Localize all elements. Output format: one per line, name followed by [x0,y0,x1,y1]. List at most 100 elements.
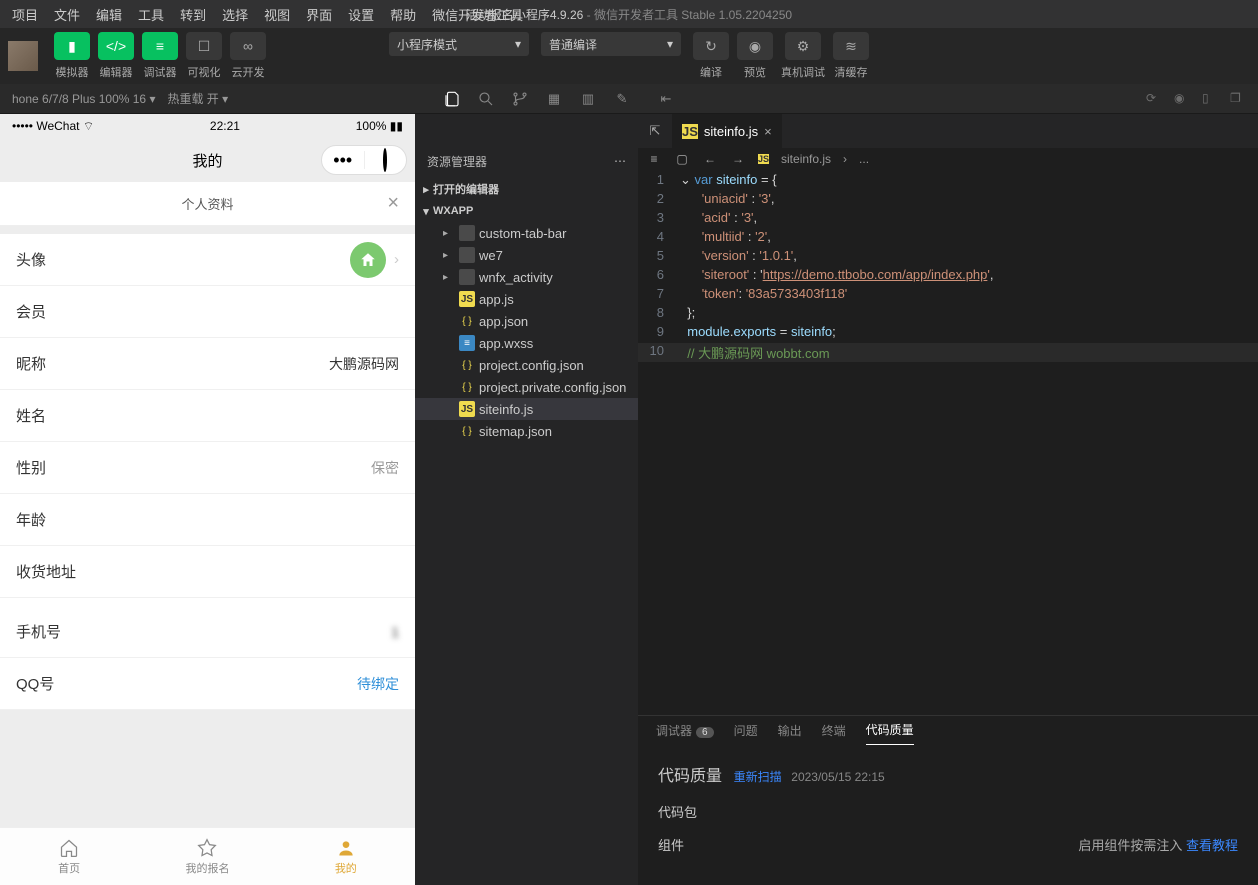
form-gender[interactable]: 性别保密 [0,442,415,494]
tree-item-siteinfo-js[interactable]: JSsiteinfo.js [415,398,638,420]
component-label: 组件 [658,835,684,854]
capsule-button[interactable]: ••• [321,145,407,175]
menu-help[interactable]: 帮助 [382,5,424,24]
menu-settings[interactable]: 设置 [340,5,382,24]
form-address[interactable]: 收货地址 [0,546,415,598]
remote-debug-button[interactable]: ⚙真机调试 [781,32,825,80]
clear-cache-button[interactable]: ≋清缓存 [833,32,869,80]
menu-goto[interactable]: 转到 [172,5,214,24]
panel-tab-problems[interactable]: 问题 [734,722,758,745]
menu-tool[interactable]: 工具 [130,5,172,24]
close-icon[interactable]: × [387,192,399,215]
tree-item-we7[interactable]: ▸we7 [415,244,638,266]
tree-item-project-config-json[interactable]: { }project.config.json [415,354,638,376]
project-section[interactable]: ▾WXAPP [415,200,638,222]
menu-edit[interactable]: 编辑 [88,5,130,24]
bottom-panel: 调试器6 问题 输出 终端 代码质量 代码质量 重新扫描 2023/05/15 … [638,715,1258,885]
device-select[interactable]: hone 6/7/8 Plus 100% 16 ▾ [12,92,155,106]
tree-item-wnfx_activity[interactable]: ▸wnfx_activity [415,266,638,288]
menu-file[interactable]: 文件 [46,5,88,24]
sim-nav-bar: 我的 ••• [0,138,415,182]
file-tree: ▸custom-tab-bar▸we7▸wnfx_activityJSapp.j… [415,222,638,885]
mode-select[interactable]: 小程序模式▾ [389,32,529,56]
form-qq[interactable]: QQ号待绑定 [0,658,415,710]
code-package-label: 代码包 [658,802,1238,821]
explorer: 资源管理器 ⋯ ▸打开的编辑器 ▾WXAPP ▸custom-tab-bar▸we… [415,114,638,885]
close-capsule-icon[interactable] [365,151,407,169]
editor-button[interactable]: </>编辑器 [98,32,134,80]
tab-home[interactable]: 首页 [0,828,138,885]
tab-mine[interactable]: 我的 [277,828,415,885]
layout-icon[interactable]: ▥ [576,87,600,111]
compile-select[interactable]: 普通编译▾ [541,32,681,56]
tree-item-app-wxss[interactable]: ≡app.wxss [415,332,638,354]
tab-actions-icon[interactable]: ⇱ [638,114,672,148]
tutorial-link[interactable]: 查看教程 [1186,838,1238,853]
hot-reload-toggle[interactable]: 热重载 开 ▾ [167,90,228,107]
preview-button[interactable]: ◉预览 [737,32,773,80]
toggle-icon[interactable]: ≡ [646,151,662,167]
wifi-icon: ⌔ [83,119,94,134]
form-nickname[interactable]: 昵称大鹏源码网 [0,338,415,390]
form-age[interactable]: 年龄 [0,494,415,546]
close-tab-icon[interactable]: × [764,124,772,139]
menu-view[interactable]: 视图 [256,5,298,24]
record-icon[interactable]: ◉ [1174,91,1190,107]
menu-interface[interactable]: 界面 [298,5,340,24]
debugger-button[interactable]: ≡调试器 [142,32,178,80]
user-avatar[interactable] [8,41,38,71]
tree-item-app-json[interactable]: { }app.json [415,310,638,332]
tree-item-sitemap-json[interactable]: { }sitemap.json [415,420,638,442]
cloud-button[interactable]: ∞云开发 [230,32,266,80]
phone-icon[interactable]: ▯ [1202,91,1218,107]
extensions-icon[interactable]: ▦ [542,87,566,111]
menu-select[interactable]: 选择 [214,5,256,24]
more-icon[interactable]: ••• [322,151,364,169]
editor-tab-siteinfo[interactable]: JS siteinfo.js × [672,114,782,148]
sidebar-toggle-icon[interactable]: ⇤ [654,87,678,111]
tree-item-project-private-config-json[interactable]: { }project.private.config.json [415,376,638,398]
sim-subheader: 个人资料 × [0,182,415,226]
sim-status-bar: ••••• WeChat ⌔ 22:21 100% ▮▮ [0,114,415,138]
editor-tabs: ⇱ JS siteinfo.js × [638,114,1258,148]
refresh-icon[interactable]: ⟳ [1146,91,1162,107]
tree-item-custom-tab-bar[interactable]: ▸custom-tab-bar [415,222,638,244]
bookmark-icon[interactable]: ▢ [674,151,690,167]
simulator-button[interactable]: ▮模拟器 [54,32,90,80]
branch-icon[interactable] [508,87,532,111]
panel-tab-debugger[interactable]: 调试器6 [656,722,714,745]
visual-button[interactable]: ☐可视化 [186,32,222,80]
simulator: ••••• WeChat ⌔ 22:21 100% ▮▮ 我的 ••• 个人资料… [0,114,415,885]
chevron-right-icon: › [394,251,399,268]
files-icon[interactable] [440,87,464,111]
panel-tab-output[interactable]: 输出 [778,722,802,745]
avatar-icon [350,242,386,278]
form-avatar[interactable]: 头像 › [0,234,415,286]
toolbar: ▮模拟器 </>编辑器 ≡调试器 ☐可视化 ∞云开发 小程序模式▾ 普通编译▾ … [0,28,1258,84]
form-phone[interactable]: 手机号1 [0,606,415,658]
js-icon: JS [758,154,769,164]
forward-icon[interactable]: → [730,151,746,167]
panel-tab-quality[interactable]: 代码质量 [866,721,914,745]
code-area[interactable]: 1⌄ var siteinfo = {2 'uniacid' : '3',3 '… [638,170,1258,715]
tree-item-app-js[interactable]: JSapp.js [415,288,638,310]
editor: ⇱ JS siteinfo.js × ≡ ▢ ← → JS siteinfo.j… [638,114,1258,885]
search-icon[interactable] [474,87,498,111]
rescan-link[interactable]: 重新扫描 [734,770,782,784]
back-icon[interactable]: ← [702,151,718,167]
js-icon: JS [682,124,698,139]
paint-icon[interactable]: ✎ [610,87,634,111]
nav-title: 我的 [192,150,222,171]
more-icon[interactable]: ⋯ [614,154,626,168]
activity-bar: ▦ ▥ ✎ ⇤ [432,84,686,114]
layout-icon[interactable]: ❐ [1230,91,1246,107]
form-name[interactable]: 姓名 [0,390,415,442]
compile-button[interactable]: ↻编译 [693,32,729,80]
tab-my-signup[interactable]: 我的报名 [138,828,276,885]
explorer-title: 资源管理器 [427,153,487,170]
open-editors-section[interactable]: ▸打开的编辑器 [415,178,638,200]
form-member[interactable]: 会员 [0,286,415,338]
panel-tab-terminal[interactable]: 终端 [822,722,846,745]
menu-project[interactable]: 项目 [4,5,46,24]
breadcrumb: ≡ ▢ ← → JS siteinfo.js›... [638,148,1258,170]
